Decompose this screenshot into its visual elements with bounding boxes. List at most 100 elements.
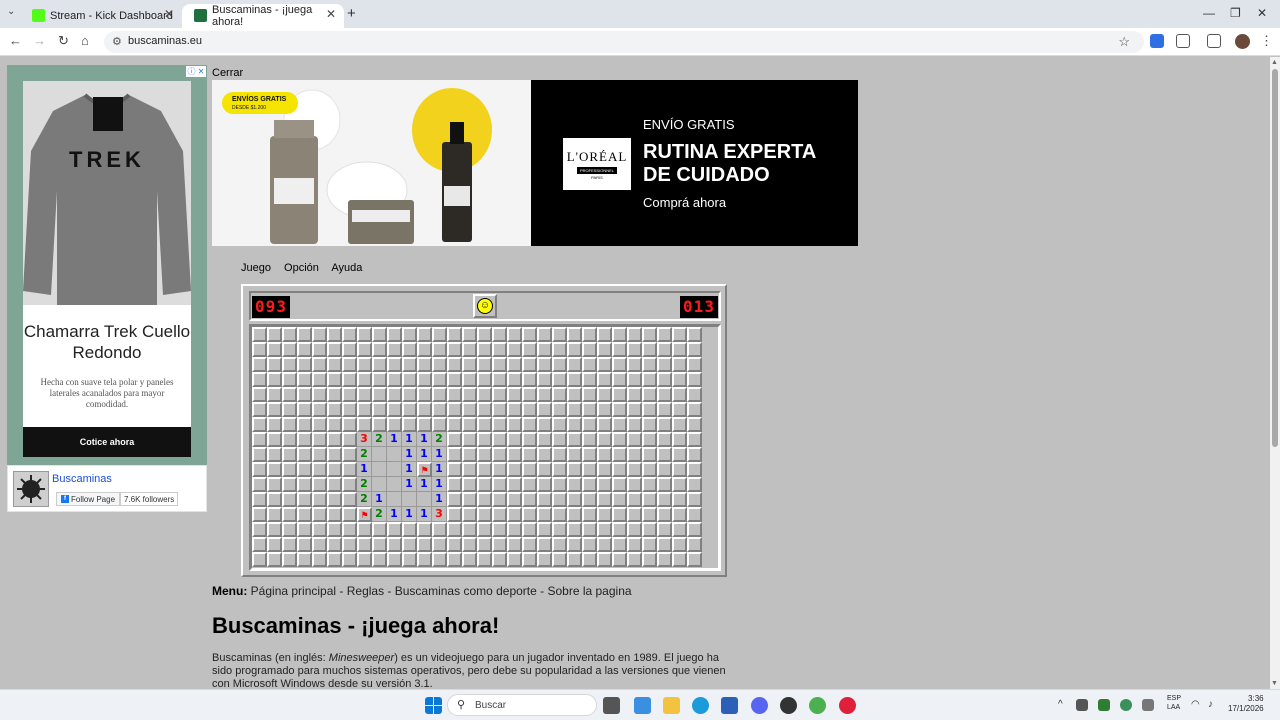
hidden-cell[interactable] bbox=[252, 492, 267, 507]
ad-card[interactable]: TREK Chamarra Trek Cuello Redondo Hecha … bbox=[23, 81, 191, 457]
hidden-cell[interactable] bbox=[432, 402, 447, 417]
hidden-cell[interactable] bbox=[342, 522, 357, 537]
hidden-cell[interactable] bbox=[552, 432, 567, 447]
hidden-cell[interactable] bbox=[267, 522, 282, 537]
number-cell[interactable]: 2 bbox=[357, 492, 372, 507]
hidden-cell[interactable] bbox=[327, 357, 342, 372]
hidden-cell[interactable] bbox=[282, 387, 297, 402]
edge-icon[interactable] bbox=[692, 697, 709, 714]
number-cell[interactable]: 2 bbox=[357, 477, 372, 492]
hidden-cell[interactable] bbox=[627, 327, 642, 342]
hidden-cell[interactable] bbox=[582, 462, 597, 477]
hidden-cell[interactable] bbox=[402, 552, 417, 567]
hidden-cell[interactable] bbox=[357, 357, 372, 372]
hidden-cell[interactable] bbox=[657, 462, 672, 477]
hidden-cell[interactable] bbox=[357, 522, 372, 537]
hidden-cell[interactable] bbox=[522, 462, 537, 477]
hidden-cell[interactable] bbox=[327, 417, 342, 432]
hidden-cell[interactable] bbox=[432, 552, 447, 567]
hidden-cell[interactable] bbox=[477, 357, 492, 372]
hidden-cell[interactable] bbox=[477, 372, 492, 387]
hidden-cell[interactable] bbox=[372, 522, 387, 537]
hidden-cell[interactable] bbox=[432, 417, 447, 432]
hidden-cell[interactable] bbox=[507, 342, 522, 357]
hidden-cell[interactable] bbox=[552, 342, 567, 357]
hidden-cell[interactable] bbox=[657, 402, 672, 417]
volume-icon[interactable]: ♪ bbox=[1208, 699, 1213, 710]
hidden-cell[interactable] bbox=[492, 357, 507, 372]
hidden-cell[interactable] bbox=[597, 402, 612, 417]
hidden-cell[interactable] bbox=[672, 372, 687, 387]
hidden-cell[interactable] bbox=[612, 492, 627, 507]
hidden-cell[interactable] bbox=[462, 327, 477, 342]
hidden-cell[interactable] bbox=[687, 447, 702, 462]
hidden-cell[interactable] bbox=[252, 402, 267, 417]
hidden-cell[interactable] bbox=[327, 552, 342, 567]
hidden-cell[interactable] bbox=[297, 477, 312, 492]
hidden-cell[interactable] bbox=[522, 477, 537, 492]
hidden-cell[interactable] bbox=[447, 372, 462, 387]
hidden-cell[interactable] bbox=[342, 417, 357, 432]
empty-cell[interactable] bbox=[372, 447, 387, 462]
hidden-cell[interactable] bbox=[582, 342, 597, 357]
number-cell[interactable]: 3 bbox=[432, 507, 447, 522]
hidden-cell[interactable] bbox=[312, 342, 327, 357]
hidden-cell[interactable] bbox=[582, 552, 597, 567]
hidden-cell[interactable] bbox=[342, 537, 357, 552]
hidden-cell[interactable] bbox=[282, 327, 297, 342]
hidden-cell[interactable] bbox=[477, 432, 492, 447]
hidden-cell[interactable] bbox=[267, 417, 282, 432]
hidden-cell[interactable] bbox=[327, 462, 342, 477]
hidden-cell[interactable] bbox=[462, 357, 477, 372]
hidden-cell[interactable] bbox=[402, 522, 417, 537]
taskbar-search[interactable]: ⚲ Buscar bbox=[447, 694, 597, 716]
hidden-cell[interactable] bbox=[627, 507, 642, 522]
hidden-cell[interactable] bbox=[582, 477, 597, 492]
number-cell[interactable]: 1 bbox=[402, 447, 417, 462]
hidden-cell[interactable] bbox=[642, 342, 657, 357]
hidden-cell[interactable] bbox=[522, 522, 537, 537]
hidden-cell[interactable] bbox=[597, 327, 612, 342]
hidden-cell[interactable] bbox=[687, 552, 702, 567]
hidden-cell[interactable] bbox=[372, 342, 387, 357]
hidden-cell[interactable] bbox=[477, 447, 492, 462]
hidden-cell[interactable] bbox=[612, 462, 627, 477]
hidden-cell[interactable] bbox=[507, 462, 522, 477]
number-cell[interactable]: 1 bbox=[402, 462, 417, 477]
hidden-cell[interactable] bbox=[612, 387, 627, 402]
hidden-cell[interactable] bbox=[627, 447, 642, 462]
hidden-cell[interactable] bbox=[552, 492, 567, 507]
hidden-cell[interactable] bbox=[582, 432, 597, 447]
hidden-cell[interactable] bbox=[327, 477, 342, 492]
hidden-cell[interactable] bbox=[447, 357, 462, 372]
hidden-cell[interactable] bbox=[267, 372, 282, 387]
hidden-cell[interactable] bbox=[357, 342, 372, 357]
hidden-cell[interactable] bbox=[597, 522, 612, 537]
hidden-cell[interactable] bbox=[552, 462, 567, 477]
hidden-cell[interactable] bbox=[687, 387, 702, 402]
hidden-cell[interactable] bbox=[387, 327, 402, 342]
hidden-cell[interactable] bbox=[582, 447, 597, 462]
hidden-cell[interactable] bbox=[447, 492, 462, 507]
hidden-cell[interactable] bbox=[657, 537, 672, 552]
follow-page-button[interactable]: f Follow Page bbox=[56, 492, 121, 506]
hidden-cell[interactable] bbox=[312, 537, 327, 552]
flagged-cell[interactable]: ⚑ bbox=[417, 462, 432, 477]
hidden-cell[interactable] bbox=[372, 327, 387, 342]
hidden-cell[interactable] bbox=[612, 537, 627, 552]
page-name-link[interactable]: Buscaminas bbox=[52, 473, 112, 485]
number-cell[interactable]: 1 bbox=[417, 447, 432, 462]
minimize-icon[interactable]: — bbox=[1203, 6, 1215, 20]
hidden-cell[interactable] bbox=[387, 387, 402, 402]
hidden-cell[interactable] bbox=[252, 477, 267, 492]
hidden-cell[interactable] bbox=[582, 387, 597, 402]
hidden-cell[interactable] bbox=[552, 387, 567, 402]
clock[interactable]: 3:36 17/1/2026 bbox=[1228, 694, 1264, 714]
tab-buscaminas[interactable]: Buscaminas - ¡juega ahora! ✕ bbox=[182, 4, 344, 28]
tray-device-icon[interactable] bbox=[1142, 699, 1154, 711]
hidden-cell[interactable] bbox=[477, 417, 492, 432]
hidden-cell[interactable] bbox=[627, 417, 642, 432]
hidden-cell[interactable] bbox=[567, 537, 582, 552]
hidden-cell[interactable] bbox=[657, 447, 672, 462]
bookmark-star-icon[interactable]: ☆ bbox=[1118, 34, 1130, 50]
